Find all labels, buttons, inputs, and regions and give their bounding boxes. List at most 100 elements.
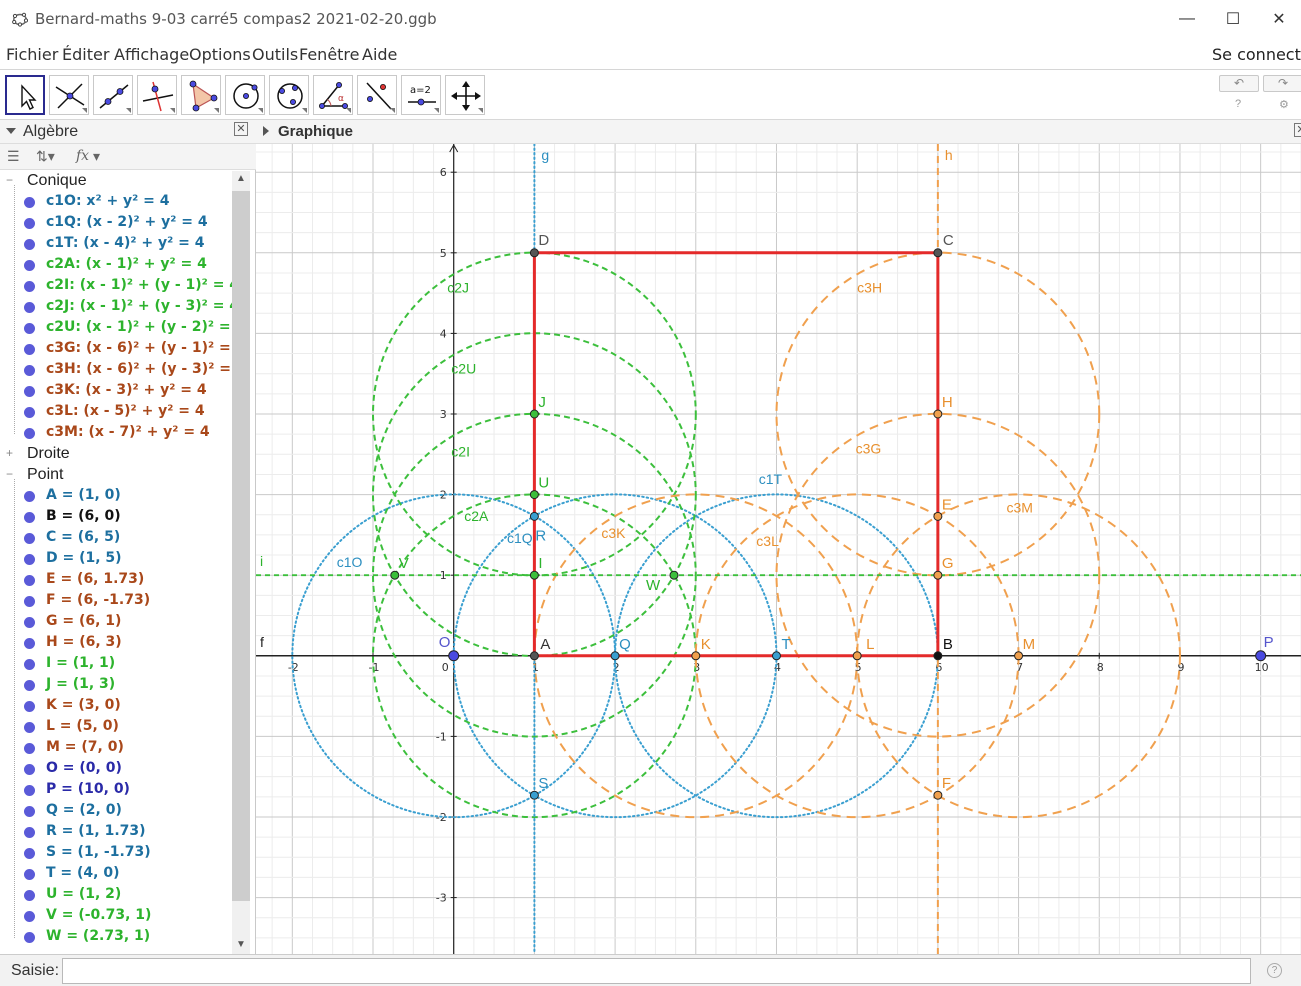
object-definition[interactable]: S = (1, -1.73) [46, 844, 151, 860]
object-definition[interactable]: c3H: (x - 6)² + (y - 3)² = 4 [46, 361, 232, 377]
list-item[interactable]: c3L: (x - 5)² + y² = 4 [0, 402, 232, 423]
visibility-toggle-icon[interactable] [24, 491, 35, 502]
object-definition[interactable]: c1T: (x - 4)² + y² = 4 [46, 235, 205, 251]
redo-button[interactable]: ↷ [1263, 75, 1301, 92]
tool-line[interactable] [93, 75, 133, 115]
tool-point-intersect[interactable] [49, 75, 89, 115]
sort-icon[interactable]: ⇅▾ [36, 148, 55, 165]
object-definition[interactable]: W = (2.73, 1) [46, 928, 150, 944]
point-w[interactable] [669, 570, 679, 580]
list-item[interactable]: I = (1, 1) [0, 654, 232, 675]
collapse-triangle-icon[interactable] [6, 128, 16, 134]
object-definition[interactable]: c3G: (x - 6)² + (y - 1)² = 4 [46, 340, 232, 356]
object-definition[interactable]: K = (3, 0) [46, 697, 121, 713]
visibility-toggle-icon[interactable] [24, 554, 35, 565]
tool-angle[interactable]: α [313, 75, 353, 115]
help-icon[interactable]: ? [1235, 98, 1241, 110]
visibility-toggle-icon[interactable] [24, 428, 35, 439]
list-item[interactable]: G = (6, 1) [0, 612, 232, 633]
list-item[interactable]: C = (6, 5) [0, 528, 232, 549]
visibility-toggle-icon[interactable] [24, 281, 35, 292]
point-t[interactable] [771, 651, 781, 661]
point-o[interactable] [448, 650, 460, 662]
point-d[interactable] [529, 248, 539, 258]
scroll-up-icon[interactable]: ▲ [236, 173, 246, 184]
list-item[interactable]: c3H: (x - 6)² + (y - 3)² = 4 [0, 360, 232, 381]
object-definition[interactable]: c1Q: (x - 2)² + y² = 4 [46, 214, 208, 230]
list-item[interactable]: c1O: x² + y² = 4 [0, 192, 232, 213]
list-item[interactable]: A = (1, 0) [0, 486, 232, 507]
list-item[interactable]: c3G: (x - 6)² + (y - 1)² = 4 [0, 339, 232, 360]
visibility-toggle-icon[interactable] [24, 512, 35, 523]
object-definition[interactable]: E = (6, 1.73) [46, 571, 144, 587]
list-item[interactable]: c3K: (x - 3)² + y² = 4 [0, 381, 232, 402]
point-i[interactable] [529, 570, 539, 580]
point-h[interactable] [933, 409, 943, 419]
list-item[interactable]: c2A: (x - 1)² + y² = 4 [0, 255, 232, 276]
undo-button[interactable]: ↶ [1219, 75, 1259, 92]
visibility-toggle-icon[interactable] [24, 407, 35, 418]
list-item[interactable]: H = (6, 3) [0, 633, 232, 654]
fx-input-icon[interactable]: fx [76, 148, 89, 164]
object-definition[interactable]: c3M: (x - 7)² + y² = 4 [46, 424, 210, 440]
object-definition[interactable]: F = (6, -1.73) [46, 592, 150, 608]
visibility-toggle-icon[interactable] [24, 848, 35, 859]
graphics-close-button[interactable]: ✕ [1294, 123, 1301, 137]
object-definition[interactable]: H = (6, 3) [46, 634, 122, 650]
point-j[interactable] [529, 409, 539, 419]
tool-move[interactable] [5, 75, 45, 115]
point-s[interactable] [529, 790, 539, 800]
group-header-point[interactable]: − Point [0, 465, 232, 486]
visibility-toggle-icon[interactable] [24, 596, 35, 607]
list-item[interactable]: O = (0, 0) [0, 759, 232, 780]
algebra-close-button[interactable]: ✕ [234, 122, 248, 136]
menu-options[interactable]: Options [189, 45, 251, 64]
object-definition[interactable]: G = (6, 1) [46, 613, 121, 629]
list-item[interactable]: V = (-0.73, 1) [0, 906, 232, 927]
menu-fichier[interactable]: Fichier [6, 45, 58, 64]
tool-slider[interactable]: a=2 [401, 75, 441, 115]
visibility-toggle-icon[interactable] [24, 575, 35, 586]
point-q[interactable] [610, 651, 620, 661]
object-definition[interactable]: J = (1, 3) [46, 676, 115, 692]
list-item[interactable]: W = (2.73, 1) [0, 927, 232, 948]
object-definition[interactable]: c2U: (x - 1)² + (y - 2)² = 4 [46, 319, 232, 335]
list-item[interactable]: c2I: (x - 1)² + (y - 1)² = 4 [0, 276, 232, 297]
object-definition[interactable]: P = (10, 0) [46, 781, 130, 797]
object-definition[interactable]: U = (1, 2) [46, 886, 121, 902]
menu-editer[interactable]: Éditer [62, 45, 109, 64]
visibility-toggle-icon[interactable] [24, 260, 35, 271]
settings-icon[interactable]: ⚙ [1279, 98, 1289, 111]
algebra-scrollbar[interactable]: ▲ ▼ [232, 171, 250, 954]
point-g[interactable] [933, 570, 943, 580]
list-item[interactable]: Q = (2, 0) [0, 801, 232, 822]
list-item[interactable]: c2U: (x - 1)² + (y - 2)² = 4 [0, 318, 232, 339]
close-window-button[interactable]: ✕ [1256, 4, 1301, 34]
visibility-toggle-icon[interactable] [24, 806, 35, 817]
object-definition[interactable]: M = (7, 0) [46, 739, 124, 755]
visibility-toggle-icon[interactable] [24, 764, 35, 775]
object-definition[interactable]: Q = (2, 0) [46, 802, 122, 818]
expand-icon[interactable]: + [6, 447, 16, 459]
tool-circle-three-points[interactable] [269, 75, 309, 115]
visibility-toggle-icon[interactable] [24, 932, 35, 943]
menu-outils[interactable]: Outils [252, 45, 298, 64]
point-m[interactable] [1014, 651, 1024, 661]
object-definition[interactable]: c3L: (x - 5)² + y² = 4 [46, 403, 205, 419]
point-c[interactable] [933, 248, 943, 258]
visibility-toggle-icon[interactable] [24, 302, 35, 313]
point-f[interactable] [933, 790, 943, 800]
input-field[interactable] [62, 958, 1251, 984]
object-definition[interactable]: V = (-0.73, 1) [46, 907, 151, 923]
list-item[interactable]: c2J: (x - 1)² + (y - 3)² = 4 [0, 297, 232, 318]
auxiliary-objects-icon[interactable]: ☰ [7, 148, 20, 165]
list-item[interactable]: R = (1, 1.73) [0, 822, 232, 843]
object-definition[interactable]: c2A: (x - 1)² + y² = 4 [46, 256, 207, 272]
point-b[interactable] [933, 651, 943, 661]
tool-reflect[interactable] [357, 75, 397, 115]
list-item[interactable]: S = (1, -1.73) [0, 843, 232, 864]
point-k[interactable] [691, 651, 701, 661]
list-item[interactable]: c3M: (x - 7)² + y² = 4 [0, 423, 232, 444]
visibility-toggle-icon[interactable] [24, 911, 35, 922]
visibility-toggle-icon[interactable] [24, 890, 35, 901]
